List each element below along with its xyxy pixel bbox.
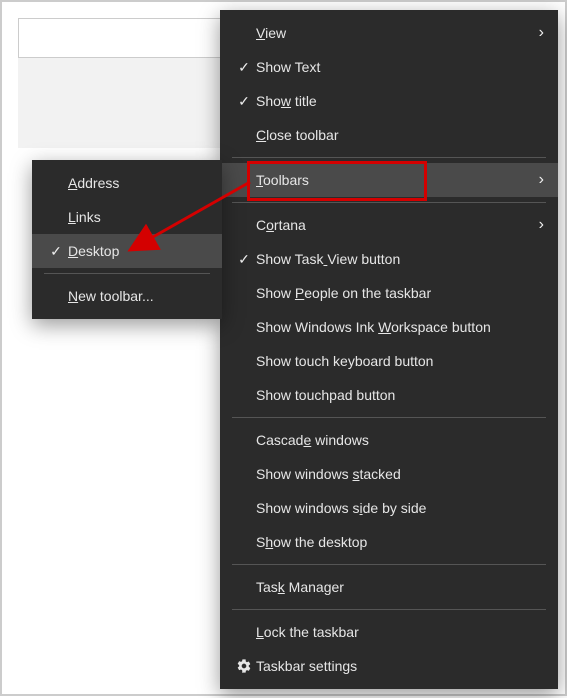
menu-item-label: View: [256, 25, 528, 41]
menu-item-touch-keyboard[interactable]: Show touch keyboard button: [220, 344, 558, 378]
menu-item-label: New toolbar...: [68, 288, 208, 304]
check-icon: ✓: [232, 251, 256, 268]
menu-separator: [232, 417, 546, 418]
menu-item-label: Show the desktop: [256, 534, 544, 550]
menu-item-label: Task Manager: [256, 579, 544, 595]
toolbars-submenu: Address Links ✓Desktop New toolbar...: [32, 160, 222, 319]
menu-item-label: Lock the taskbar: [256, 624, 544, 640]
menu-item-stacked[interactable]: Show windows stacked: [220, 457, 558, 491]
menu-item-label: Taskbar settings: [256, 658, 544, 674]
menu-item-close-toolbar[interactable]: Close toolbar: [220, 118, 558, 152]
chevron-right-icon: ›: [528, 24, 544, 42]
menu-separator: [232, 609, 546, 610]
menu-item-cascade[interactable]: Cascade windows: [220, 423, 558, 457]
menu-item-view[interactable]: View›: [220, 16, 558, 50]
check-icon: ✓: [44, 243, 68, 260]
menu-item-address[interactable]: Address: [32, 166, 222, 200]
check-icon: ✓: [232, 93, 256, 110]
menu-separator: [44, 273, 210, 274]
menu-item-side-by-side[interactable]: Show windows side by side: [220, 491, 558, 525]
menu-item-label: Show Windows Ink Workspace button: [256, 319, 544, 335]
menu-item-lock-taskbar[interactable]: Lock the taskbar: [220, 615, 558, 649]
chevron-right-icon: ›: [528, 216, 544, 234]
menu-item-label: Cascade windows: [256, 432, 544, 448]
menu-item-label: Close toolbar: [256, 127, 544, 143]
menu-separator: [232, 157, 546, 158]
menu-item-label: Cortana: [256, 217, 528, 233]
chevron-right-icon: ›: [528, 171, 544, 189]
menu-item-new-toolbar[interactable]: New toolbar...: [32, 279, 222, 313]
menu-item-task-manager[interactable]: Task Manager: [220, 570, 558, 604]
menu-item-show-title[interactable]: ✓Show title: [220, 84, 558, 118]
check-icon: ✓: [232, 59, 256, 76]
menu-item-label: Show Text: [256, 59, 544, 75]
menu-separator: [232, 564, 546, 565]
menu-item-label: Show windows stacked: [256, 466, 544, 482]
menu-item-label: Show title: [256, 93, 544, 109]
menu-item-links[interactable]: Links: [32, 200, 222, 234]
menu-item-label: Desktop: [68, 243, 208, 259]
menu-item-cortana[interactable]: Cortana›: [220, 208, 558, 242]
menu-item-label: Show windows side by side: [256, 500, 544, 516]
menu-item-task-view-btn[interactable]: ✓Show Task View button: [220, 242, 558, 276]
menu-item-label: Show Task View button: [256, 251, 544, 267]
gear-icon: [232, 658, 256, 674]
menu-item-label: Show People on the taskbar: [256, 285, 544, 301]
menu-item-label: Toolbars: [256, 172, 528, 188]
menu-item-label: Links: [68, 209, 208, 225]
menu-item-taskbar-settings[interactable]: Taskbar settings: [220, 649, 558, 683]
menu-item-toolbars[interactable]: Toolbars›: [220, 163, 558, 197]
taskbar-context-menu: View›✓Show Text✓Show titleClose toolbarT…: [220, 10, 558, 689]
menu-item-desktop[interactable]: ✓Desktop: [32, 234, 222, 268]
menu-item-show-desktop[interactable]: Show the desktop: [220, 525, 558, 559]
menu-item-touchpad[interactable]: Show touchpad button: [220, 378, 558, 412]
menu-item-people[interactable]: Show People on the taskbar: [220, 276, 558, 310]
menu-item-ink-workspace[interactable]: Show Windows Ink Workspace button: [220, 310, 558, 344]
menu-item-label: Show touchpad button: [256, 387, 544, 403]
menu-item-label: Show touch keyboard button: [256, 353, 544, 369]
menu-item-show-text[interactable]: ✓Show Text: [220, 50, 558, 84]
menu-item-label: Address: [68, 175, 208, 191]
menu-separator: [232, 202, 546, 203]
